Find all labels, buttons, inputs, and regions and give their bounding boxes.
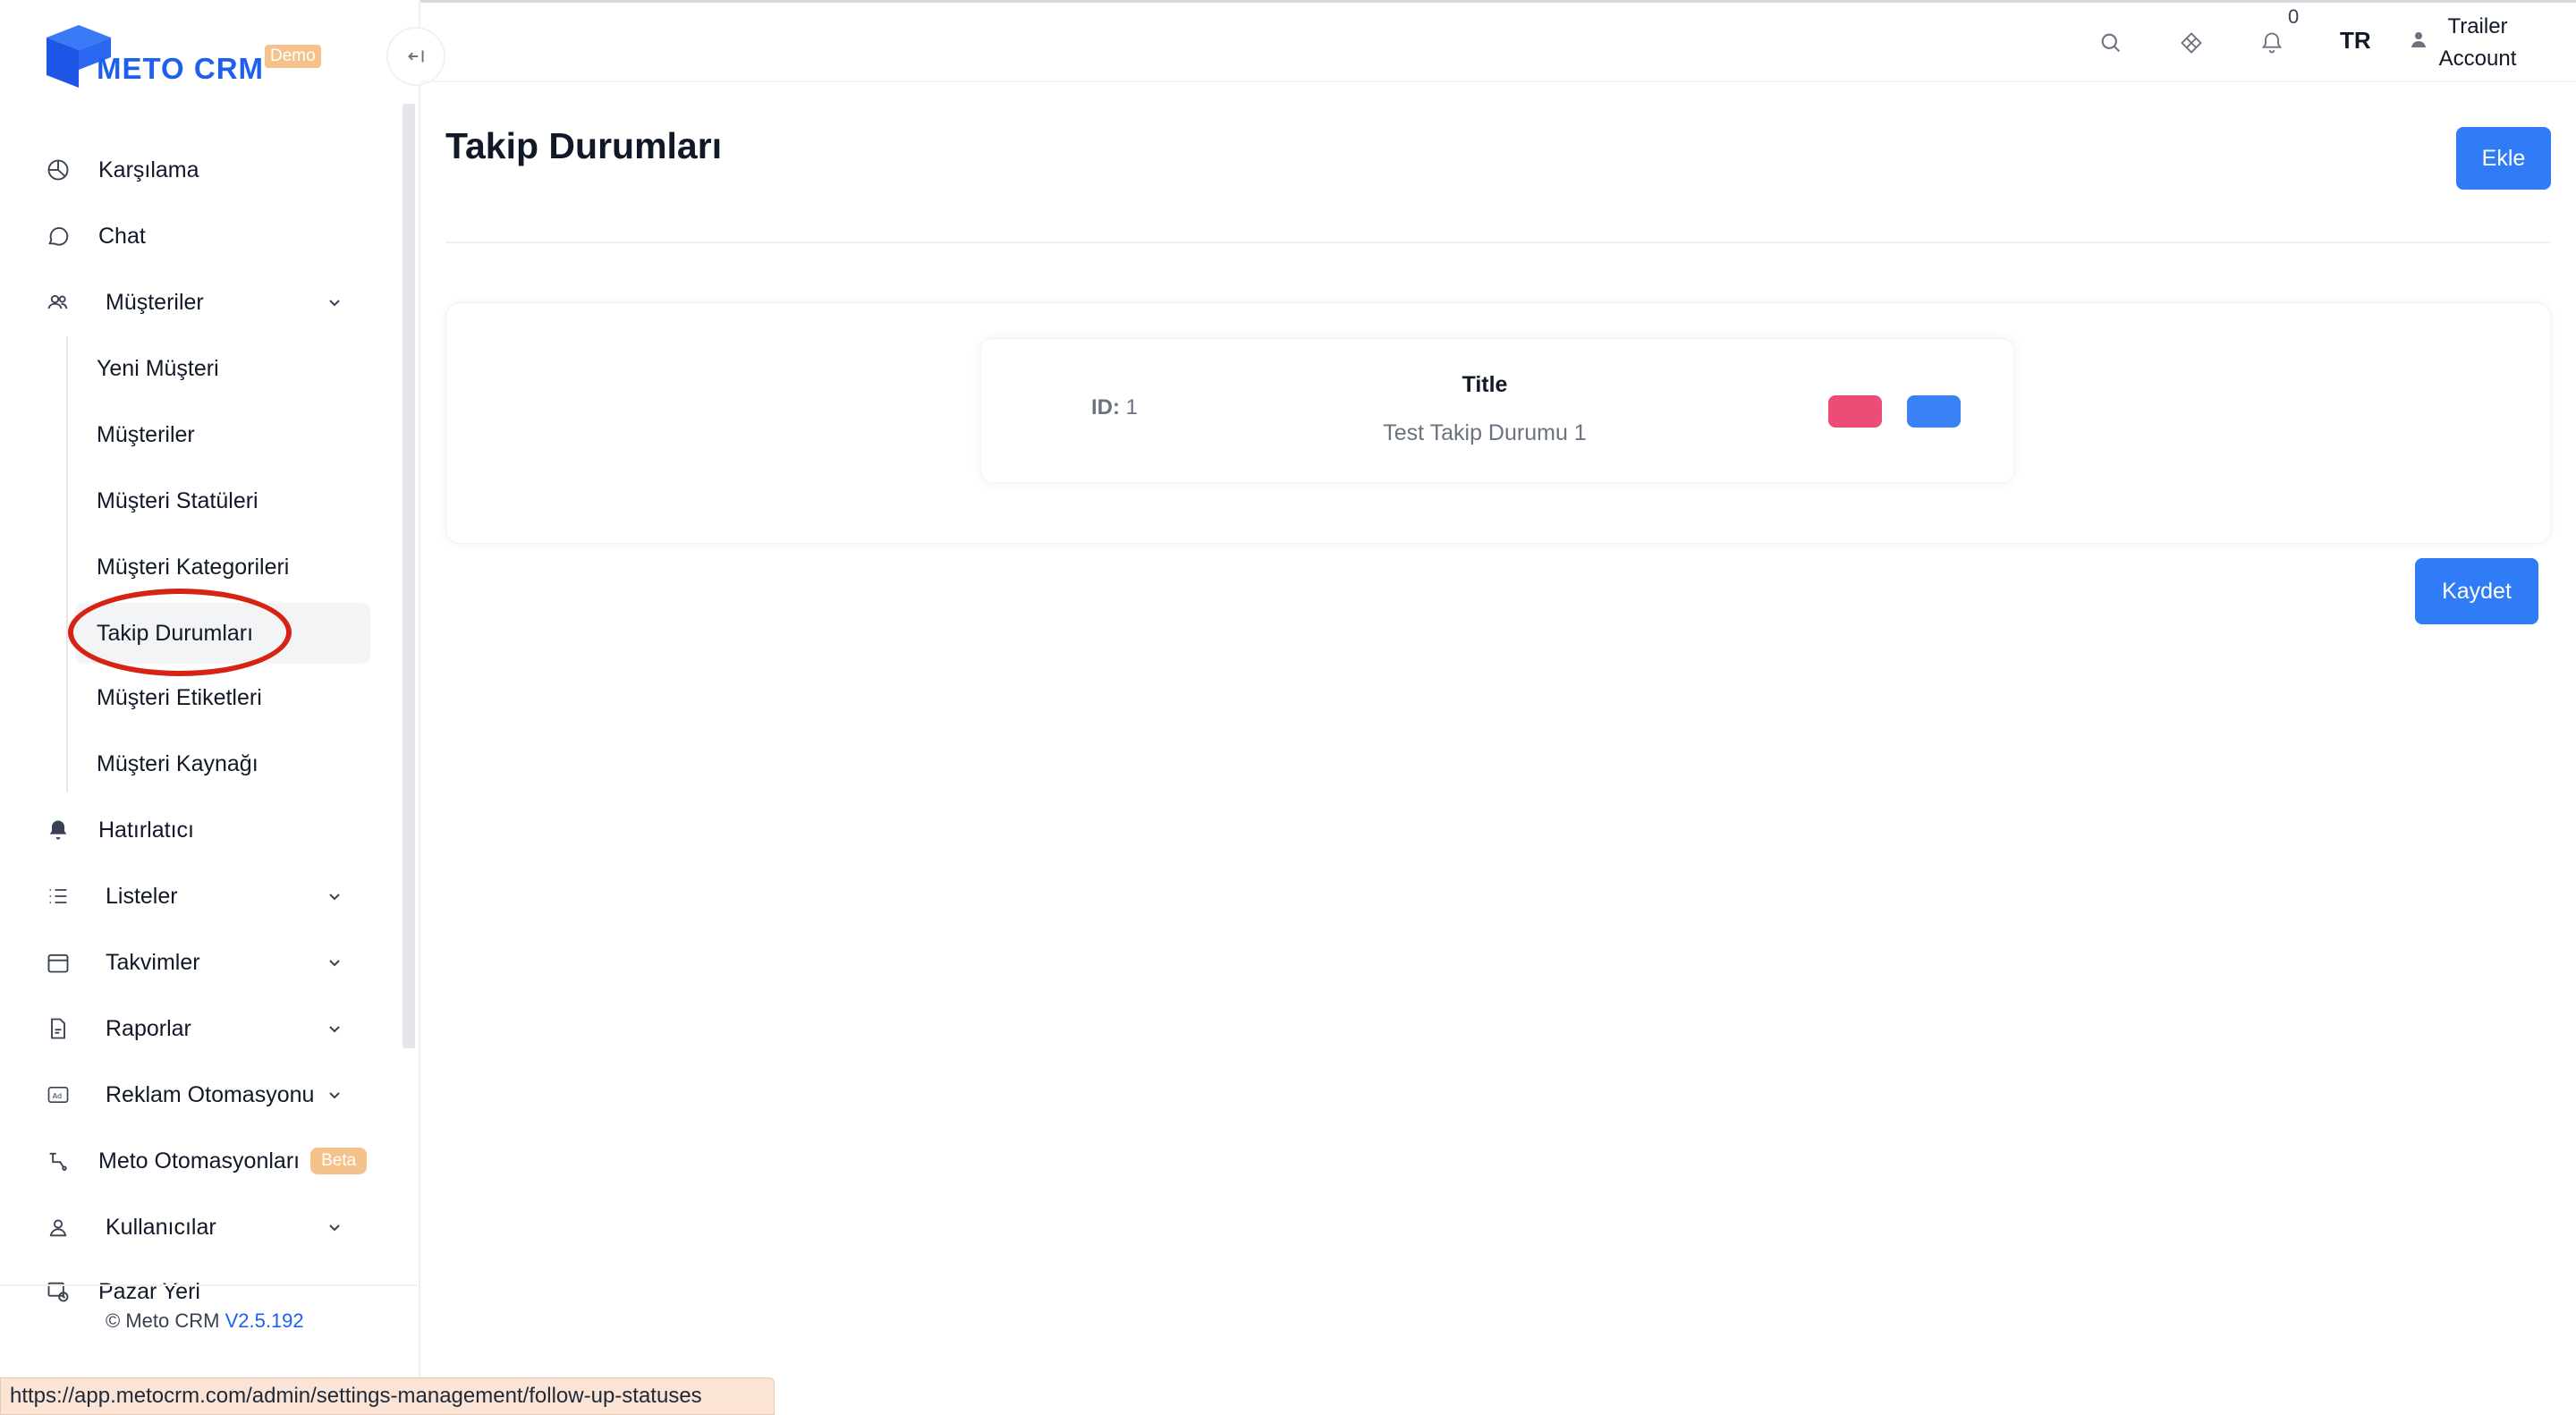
sidebar-subitem-musteriler[interactable]: Müşteriler xyxy=(97,410,195,460)
title-column-header: Title xyxy=(1462,372,1508,397)
edit-status-button[interactable] xyxy=(1907,395,1961,428)
version-label: V2.5.192 xyxy=(225,1309,304,1332)
sidebar: METO CRM Demo Karşılama Chat Müşteriler xyxy=(0,0,420,1415)
sidebar-item-reklam-otomasyonu[interactable]: Ad Reklam Otomasyonu xyxy=(43,1070,314,1120)
sidebar-subitem-musteri-kaynagi[interactable]: Müşteri Kaynağı xyxy=(97,739,258,789)
chat-bubble-icon xyxy=(43,221,73,251)
sidebar-subitem-musteri-etiketleri[interactable]: Müşteri Etiketleri xyxy=(97,673,262,723)
sidebar-item-listeler[interactable]: Listeler xyxy=(43,871,178,921)
sidebar-subitem-musteri-kategorileri[interactable]: Müşteri Kategorileri xyxy=(97,542,289,592)
ad-icon: Ad xyxy=(43,1080,73,1110)
sidebar-item-label: Karşılama xyxy=(98,157,199,182)
copyright-text: © Meto CRM xyxy=(106,1309,220,1332)
sidebar-item-label: Müşteriler xyxy=(106,289,204,315)
sidebar-subitem-label: Müşteri Statüleri xyxy=(97,487,258,513)
chevron-down-icon[interactable] xyxy=(326,887,343,905)
list-icon xyxy=(43,881,73,911)
user-name-line2: Account xyxy=(2438,47,2517,71)
sidebar-item-takvimler[interactable]: Takvimler xyxy=(43,937,200,987)
sidebar-item-raporlar[interactable]: Raporlar xyxy=(43,1004,191,1054)
sidebar-subitem-musteri-statuleri[interactable]: Müşteri Statüleri xyxy=(97,476,258,526)
sidebar-subitem-label: Müşteri Kategorileri xyxy=(97,554,290,580)
logo-text: METO CRM xyxy=(97,52,265,85)
demo-badge: Demo xyxy=(265,45,321,68)
bell-outline-icon xyxy=(2261,32,2283,54)
report-icon xyxy=(43,1013,73,1044)
status-id-label: ID: xyxy=(1091,395,1120,419)
chevron-down-icon[interactable] xyxy=(326,1086,343,1104)
sidebar-item-meto-otomasyonlari[interactable]: Meto Otomasyonları Beta xyxy=(43,1136,368,1186)
save-button[interactable]: Kaydet xyxy=(2415,558,2538,624)
browser-status-url: https://app.metocrm.com/admin/settings-m… xyxy=(0,1377,775,1415)
sidebar-item-label: Kullanıcılar xyxy=(106,1214,216,1240)
sidebar-item-musteriler[interactable]: Müşteriler xyxy=(43,277,204,327)
sidebar-item-label: Listeler xyxy=(106,883,178,909)
notification-count: 0 xyxy=(2288,5,2300,28)
diamond-grid-icon xyxy=(2181,32,2202,54)
sidebar-item-label: Chat xyxy=(98,223,146,249)
add-button[interactable]: Ekle xyxy=(2456,127,2551,190)
collapse-sidebar-button[interactable] xyxy=(386,27,445,86)
search-button[interactable] xyxy=(2093,25,2129,61)
user-avatar-icon[interactable] xyxy=(2408,29,2429,50)
user-account-menu[interactable]: Trailer Account xyxy=(2433,11,2522,75)
search-icon xyxy=(2101,33,2121,53)
chevron-down-icon[interactable] xyxy=(326,1020,343,1038)
notifications-button[interactable] xyxy=(2254,25,2290,61)
chevron-down-icon[interactable] xyxy=(326,293,343,311)
apps-button[interactable] xyxy=(2174,25,2209,61)
sidebar-subitem-label: Müşteriler xyxy=(97,421,195,447)
svg-text:Ad: Ad xyxy=(53,1091,63,1100)
sidebar-subitem-label: Müşteri Kaynağı xyxy=(97,750,258,776)
sidebar-item-label: Meto Otomasyonları xyxy=(98,1148,301,1174)
pie-chart-icon xyxy=(43,155,73,185)
sidebar-item-label: Pazar Yeri xyxy=(98,1278,200,1304)
delete-status-button[interactable] xyxy=(1828,395,1882,428)
copyright: © Meto CRM V2.5.192 xyxy=(106,1309,304,1333)
chevron-down-icon[interactable] xyxy=(326,953,343,971)
bell-icon xyxy=(43,815,73,845)
annotation-highlight-ellipse xyxy=(68,589,292,676)
sidebar-item-karsilama[interactable]: Karşılama xyxy=(43,145,199,195)
sidebar-item-label: Takvimler xyxy=(106,949,200,975)
status-title-value: Test Takip Durumu 1 xyxy=(1383,420,1587,445)
sidebar-subitem-label: Müşteri Etiketleri xyxy=(97,684,262,710)
sidebar-item-label: Raporlar xyxy=(106,1015,191,1041)
sidebar-scrollbar[interactable] xyxy=(402,104,415,1048)
header-divider xyxy=(420,80,2576,82)
sidebar-item-chat[interactable]: Chat xyxy=(43,211,146,261)
calendar-icon xyxy=(43,947,73,978)
sidebar-item-label: Reklam Otomasyonu xyxy=(106,1081,315,1107)
status-id-value: 1 xyxy=(1125,395,1139,419)
status-id: ID: 1 xyxy=(1091,395,1138,420)
language-selector[interactable]: TR xyxy=(2340,27,2371,55)
sidebar-subitem-yeni-musteri[interactable]: Yeni Müşteri xyxy=(97,343,219,394)
sidebar-item-hatirlatici[interactable]: Hatırlatıcı xyxy=(43,805,194,855)
user-icon xyxy=(43,1212,73,1242)
sidebar-subitem-label: Yeni Müşteri xyxy=(97,355,219,381)
content-divider xyxy=(445,241,2551,243)
chevron-down-icon[interactable] xyxy=(326,1218,343,1236)
automation-icon xyxy=(43,1146,73,1176)
users-icon xyxy=(43,287,73,318)
logo[interactable]: METO CRM Demo xyxy=(43,20,347,91)
page-title: Takip Durumları xyxy=(445,125,723,166)
user-name-line1: Trailer xyxy=(2447,14,2508,38)
marketplace-icon xyxy=(43,1276,73,1307)
sidebar-item-label: Hatırlatıcı xyxy=(98,817,194,843)
collapse-left-icon xyxy=(408,50,424,63)
sidebar-footer-divider xyxy=(0,1284,417,1286)
sidebar-item-kullanicilar[interactable]: Kullanıcılar xyxy=(43,1202,216,1252)
submenu-guide-line xyxy=(66,336,68,792)
beta-badge: Beta xyxy=(310,1148,368,1174)
